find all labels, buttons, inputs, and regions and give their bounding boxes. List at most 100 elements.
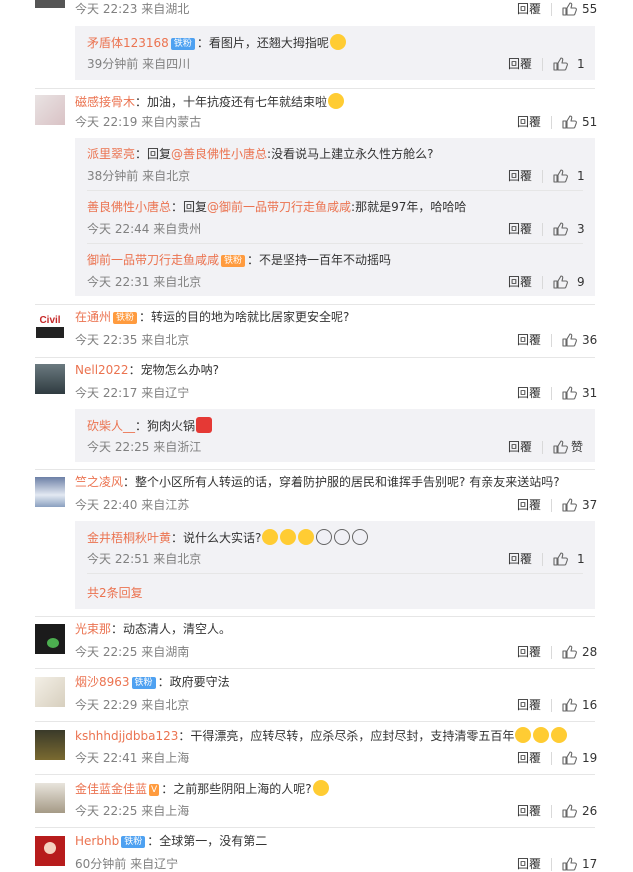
avatar[interactable] — [35, 0, 65, 8]
like-count: 1 — [577, 552, 585, 566]
like-count: 28 — [582, 645, 598, 659]
like-icon[interactable] — [562, 645, 577, 659]
comment-item: Nell2022：宠物怎么办呐? — [75, 362, 219, 378]
like-count: 1 — [577, 57, 585, 71]
reply-button[interactable]: 回覆 — [508, 221, 532, 237]
reply-button[interactable]: 回覆 — [508, 168, 532, 184]
comment-time: 今天 22:35 来自北京 — [75, 333, 190, 347]
avatar[interactable] — [35, 477, 65, 507]
like-count: 9 — [577, 275, 585, 289]
avatar[interactable] — [35, 730, 65, 760]
like-icon[interactable] — [562, 498, 577, 512]
user-name-link[interactable]: 派里翠亮 — [87, 147, 135, 161]
avatar[interactable]: Civil — [35, 311, 65, 341]
comment-time: 今天 22:17 来自辽宁 — [75, 386, 190, 400]
user-name-link[interactable]: 烟沙8963 — [75, 675, 130, 689]
divider — [87, 190, 583, 191]
user-name-link[interactable]: 矛盾体123168 — [87, 36, 169, 50]
user-name-link[interactable]: 金佳蓝金佳蓝 — [75, 782, 147, 796]
reply-button[interactable]: 回覆 — [517, 750, 541, 766]
separator — [551, 334, 552, 347]
like-icon[interactable] — [553, 57, 568, 71]
grin-emoji-icon — [515, 727, 532, 743]
avatar[interactable] — [35, 783, 65, 813]
reply-time: 38分钟前 来自北京 — [87, 169, 191, 183]
reply-button[interactable]: 回覆 — [517, 1, 541, 17]
user-name-link[interactable]: 在通州 — [75, 310, 111, 324]
laugh-emoji-icon — [280, 529, 297, 545]
reply-prefix: ：回复 — [135, 147, 172, 161]
avatar[interactable] — [35, 836, 65, 866]
divider — [35, 88, 595, 89]
reply-button[interactable]: 回覆 — [508, 274, 532, 290]
like-icon[interactable] — [553, 275, 568, 289]
like-label[interactable]: 赞 — [571, 439, 583, 455]
reply-item: 砍柴人__：狗肉火锅 — [87, 417, 213, 434]
reply-button[interactable]: 回覆 — [517, 114, 541, 130]
avatar[interactable] — [35, 95, 65, 125]
user-name-link[interactable]: 善良佛性小唐总 — [87, 200, 171, 214]
user-name-link[interactable]: Herbhb — [75, 834, 119, 848]
reply-button[interactable]: 回覆 — [508, 56, 532, 72]
mention-link[interactable]: @御前一品带刀行走鱼咸咸 — [207, 200, 351, 214]
comment-time: 今天 22:23 来自湖北 — [75, 2, 190, 16]
like-icon[interactable] — [562, 698, 577, 712]
reply-text: :没看说马上建立永久性方舱么? — [267, 147, 434, 161]
reply-time: 今天 22:25 来自浙江 — [87, 440, 202, 454]
separator — [551, 858, 552, 871]
like-icon[interactable] — [562, 333, 577, 347]
fan-badge: 铁粉 — [221, 255, 246, 267]
like-icon[interactable] — [562, 857, 577, 871]
user-name-link[interactable]: 磁感接骨木 — [75, 95, 135, 109]
reply-button[interactable]: 回覆 — [517, 497, 541, 513]
like-count: 17 — [582, 857, 598, 871]
like-icon[interactable] — [562, 386, 577, 400]
like-icon[interactable] — [562, 804, 577, 818]
reply-item: 派里翠亮：回复@善良佛性小唐总:没看说马上建立永久性方舱么? — [87, 146, 433, 162]
like-icon[interactable] — [553, 440, 568, 454]
more-replies-link[interactable]: 共2条回复 — [87, 584, 143, 601]
comment-text: ：之前那些阴阳上海的人呢? — [161, 782, 312, 796]
user-name-link[interactable]: 金井梧桐秋叶黄 — [87, 531, 171, 545]
user-name-link[interactable]: Nell2022 — [75, 363, 129, 377]
like-icon[interactable] — [562, 2, 577, 16]
like-icon[interactable] — [562, 751, 577, 765]
like-icon[interactable] — [553, 552, 568, 566]
like-count: 3 — [577, 222, 585, 236]
reply-button[interactable]: 回覆 — [517, 856, 541, 872]
like-icon[interactable] — [553, 222, 568, 236]
mention-link[interactable]: @善良佛性小唐总 — [171, 147, 267, 161]
separator — [542, 441, 543, 454]
avatar[interactable] — [35, 364, 65, 394]
comment-item: 光束那：动态清人，清空人。 — [75, 621, 231, 637]
reply-button[interactable]: 回覆 — [508, 551, 532, 567]
like-icon[interactable] — [553, 169, 568, 183]
separator — [542, 553, 543, 566]
reply-button[interactable]: 回覆 — [508, 439, 532, 455]
comment-time: 今天 22:41 来自上海 — [75, 751, 190, 765]
fan-badge: 铁粉 — [121, 836, 146, 848]
separator — [551, 387, 552, 400]
user-name-link[interactable]: 竺之凌风 — [75, 475, 123, 489]
user-name-link[interactable]: 砍柴人__ — [87, 419, 135, 433]
vip-badge-icon: V — [149, 784, 160, 796]
like-count: 1 — [577, 169, 585, 183]
reply-button[interactable]: 回覆 — [517, 385, 541, 401]
reply-button[interactable]: 回覆 — [517, 697, 541, 713]
like-count: 36 — [582, 333, 598, 347]
avatar[interactable] — [35, 624, 65, 654]
comment-text: ：全球第一，没有第二 — [147, 834, 268, 848]
reply-text: ：不是坚持一百年不动摇吗 — [247, 253, 392, 267]
reply-button[interactable]: 回覆 — [517, 644, 541, 660]
user-name-link[interactable]: kshhhdjjdbba123 — [75, 729, 178, 743]
reply-button[interactable]: 回覆 — [517, 332, 541, 348]
user-name-link[interactable]: 光束那 — [75, 622, 111, 636]
avatar[interactable] — [35, 677, 65, 707]
comment-text: ：宠物怎么办呐? — [128, 363, 219, 377]
divider — [35, 357, 595, 358]
user-name-link[interactable]: 御前一品带刀行走鱼咸咸 — [87, 253, 219, 267]
like-icon[interactable] — [562, 115, 577, 129]
avatar-graphic — [47, 638, 59, 648]
reply-button[interactable]: 回覆 — [517, 803, 541, 819]
cheer-emoji-icon — [328, 93, 345, 109]
